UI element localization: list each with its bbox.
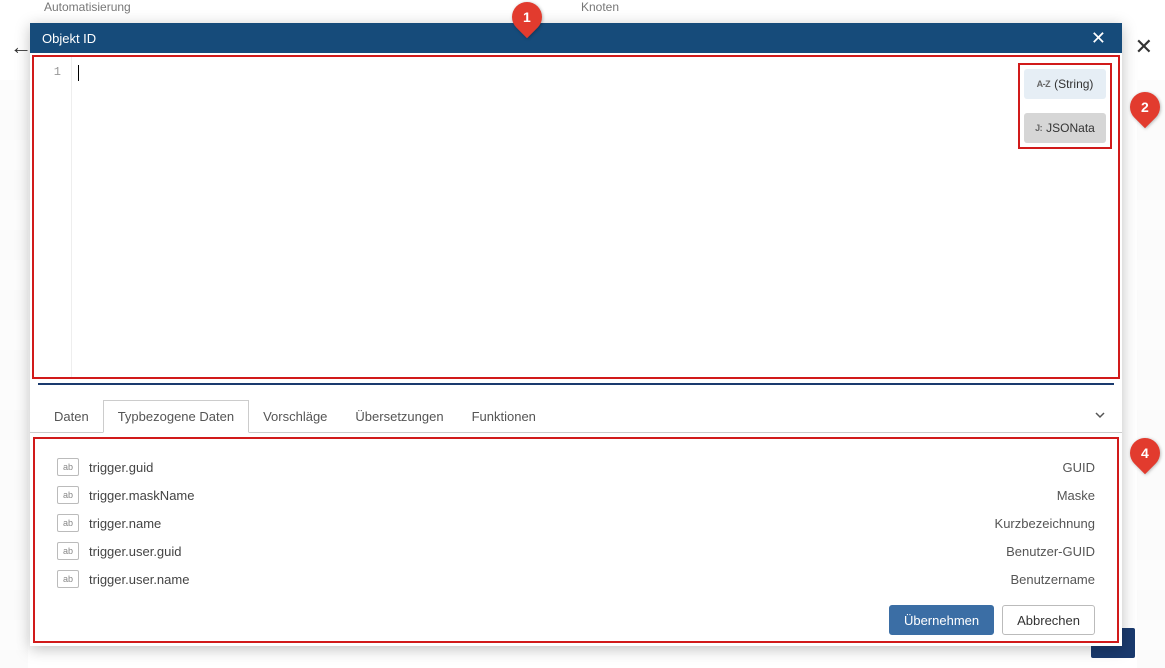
- data-panel: ab trigger.guid GUID ab trigger.maskName…: [33, 437, 1119, 643]
- editor-bottom-rule: [38, 383, 1114, 385]
- data-key: trigger.maskName: [89, 488, 1057, 503]
- line-number: 1: [34, 65, 61, 79]
- bg-tab-left: Automatisierung: [30, 0, 570, 22]
- editor-gutter: 1: [34, 57, 72, 377]
- data-label: GUID: [1063, 460, 1096, 475]
- type-jsonata-button[interactable]: J: JSONata: [1024, 113, 1106, 143]
- chevron-down-icon[interactable]: [1088, 401, 1112, 432]
- type-string-button[interactable]: A-Z (String): [1024, 69, 1106, 99]
- string-type-icon: ab: [57, 542, 79, 560]
- table-row[interactable]: ab trigger.user.guid Benutzer-GUID: [57, 537, 1095, 565]
- string-type-icon: ab: [57, 458, 79, 476]
- type-jsonata-label: JSONata: [1046, 121, 1095, 135]
- table-row[interactable]: ab trigger.maskName Maske: [57, 481, 1095, 509]
- objekt-id-modal: Objekt ID ✕ 1 A-Z (String) J: JS: [30, 23, 1122, 646]
- data-label: Kurzbezeichnung: [995, 516, 1095, 531]
- tab-funktionen[interactable]: Funktionen: [458, 401, 550, 432]
- modal-title: Objekt ID: [42, 31, 96, 46]
- data-key: trigger.user.name: [89, 572, 1010, 587]
- back-arrow-icon[interactable]: ←: [10, 34, 32, 60]
- az-icon: A-Z: [1037, 79, 1051, 89]
- close-panel-icon[interactable]: ✕: [1135, 34, 1153, 60]
- tab-daten[interactable]: Daten: [40, 401, 103, 432]
- tab-vorschlaege[interactable]: Vorschläge: [249, 401, 341, 432]
- type-buttons-box: A-Z (String) J: JSONata: [1018, 63, 1112, 149]
- cancel-button[interactable]: Abbrechen: [1002, 605, 1095, 635]
- table-row[interactable]: ab trigger.guid GUID: [57, 453, 1095, 481]
- tab-typbezogene-daten[interactable]: Typbezogene Daten: [103, 400, 249, 433]
- code-editor[interactable]: 1: [34, 57, 1118, 377]
- bg-right-rail: [1137, 80, 1165, 668]
- bg-tab-right: Knoten: [575, 0, 1115, 22]
- footer-buttons: Übernehmen Abbrechen: [57, 593, 1095, 635]
- data-key: trigger.name: [89, 516, 995, 531]
- tab-uebersetzungen[interactable]: Übersetzungen: [341, 401, 457, 432]
- table-row[interactable]: ab trigger.user.name Benutzername: [57, 565, 1095, 593]
- editor-wrap: 1 A-Z (String) J: JSONata: [30, 53, 1122, 396]
- text-caret: [78, 65, 79, 81]
- apply-button[interactable]: Übernehmen: [889, 605, 994, 635]
- bg-left-rail: [0, 80, 28, 668]
- data-label: Benutzername: [1010, 572, 1095, 587]
- lower-tabs: Daten Typbezogene Daten Vorschläge Übers…: [30, 400, 1122, 433]
- type-string-label: (String): [1054, 77, 1093, 91]
- string-type-icon: ab: [57, 570, 79, 588]
- string-type-icon: ab: [57, 514, 79, 532]
- data-key: trigger.guid: [89, 460, 1063, 475]
- data-key: trigger.user.guid: [89, 544, 1006, 559]
- data-label: Maske: [1057, 488, 1095, 503]
- string-type-icon: ab: [57, 486, 79, 504]
- close-icon[interactable]: ✕: [1087, 27, 1110, 49]
- editor-highlight-box: 1 A-Z (String) J: JSONata: [32, 55, 1120, 379]
- modal-header: Objekt ID ✕: [30, 23, 1122, 53]
- data-label: Benutzer-GUID: [1006, 544, 1095, 559]
- table-row[interactable]: ab trigger.name Kurzbezeichnung: [57, 509, 1095, 537]
- jsonata-icon: J:: [1035, 123, 1042, 133]
- code-area[interactable]: [72, 57, 1118, 377]
